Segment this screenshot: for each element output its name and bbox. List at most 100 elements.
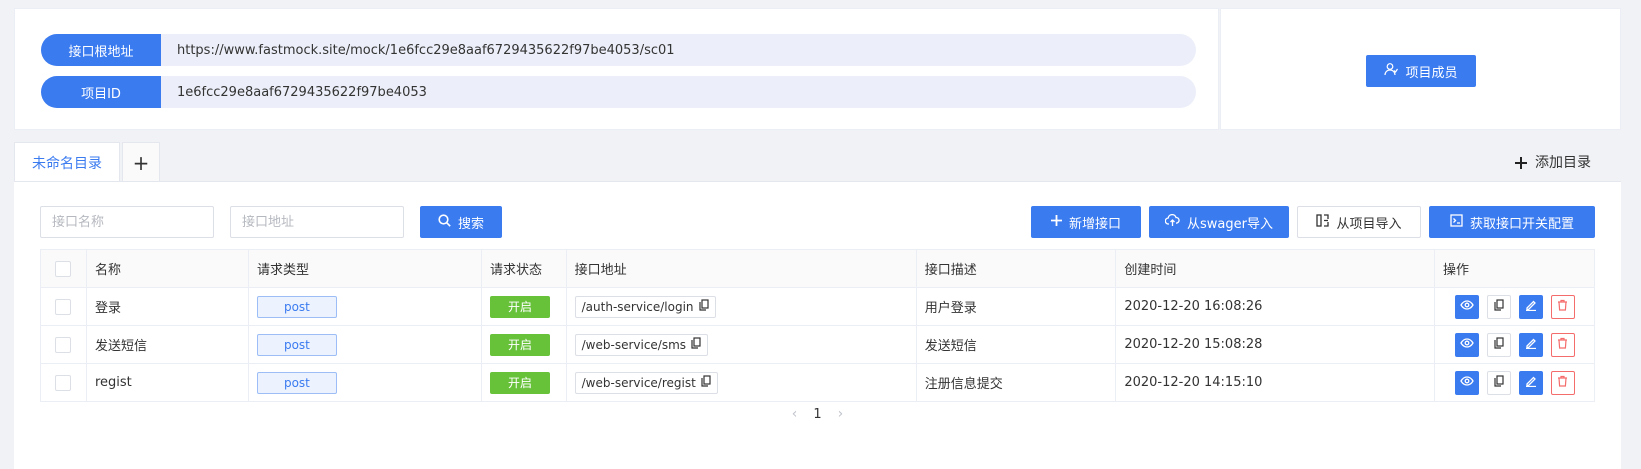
edit-icon <box>1525 375 1537 391</box>
view-button[interactable] <box>1454 332 1479 357</box>
row-ops-cell <box>1434 325 1595 364</box>
row-checkbox[interactable] <box>55 336 72 353</box>
project-members-button[interactable]: 项目成员 <box>1366 55 1476 87</box>
row-status-cell: 开启 <box>480 287 567 326</box>
api-list-card: 搜索 新增接口 从swager导入 从项目导入 获取接口开关配置 名称 <box>14 181 1621 469</box>
row-url-cell: /web-service/sms <box>565 325 917 364</box>
copy-icon <box>1493 298 1504 315</box>
tab-unnamed-directory[interactable]: 未命名目录 <box>14 142 120 182</box>
copy-icon <box>1493 336 1504 353</box>
pagination: ‹ 1 › <box>14 406 1621 422</box>
copy-button[interactable] <box>1486 332 1511 357</box>
project-id-row: 项目ID 1e6fcc29e8aaf6729435622f97be4053 <box>41 76 1196 108</box>
add-directory-button[interactable]: 添加目录 <box>1515 152 1591 172</box>
delete-button[interactable] <box>1550 332 1575 357</box>
copy-icon[interactable] <box>698 299 709 314</box>
row-checkbox[interactable] <box>55 374 72 391</box>
row-status-cell: 开启 <box>480 325 567 364</box>
copy-icon[interactable] <box>701 375 711 390</box>
table-row: 登录 post 开启 /auth-service/login 用户登录 2020… <box>40 287 1595 326</box>
project-id-value[interactable]: 1e6fcc29e8aaf6729435622f97be4053 <box>161 85 427 100</box>
prev-page-button[interactable]: ‹ <box>792 406 798 422</box>
edit-button[interactable] <box>1518 294 1543 319</box>
status-tag[interactable]: 开启 <box>489 371 550 394</box>
project-info-card: 接口根地址 https://www.fastmock.site/mock/1e6… <box>14 8 1219 130</box>
row-created: 2020-12-20 15:08:28 <box>1115 325 1436 364</box>
row-actions <box>1443 294 1586 319</box>
header-ops: 操作 <box>1434 249 1595 288</box>
row-name: 发送短信 <box>85 325 249 364</box>
base-url-label: 接口根地址 <box>41 34 161 66</box>
url-text: /web-service/regist <box>581 375 696 390</box>
members-button-label: 项目成员 <box>1405 65 1458 81</box>
search-button[interactable]: 搜索 <box>420 206 502 238</box>
project-import-button[interactable]: 从项目导入 <box>1297 206 1421 238</box>
header-created: 创建时间 <box>1115 249 1436 288</box>
delete-icon <box>1557 375 1568 391</box>
project-import-label: 从项目导入 <box>1336 216 1402 232</box>
api-switch-config-button[interactable]: 获取接口开关配置 <box>1429 206 1595 238</box>
row-actions <box>1443 332 1586 357</box>
add-tab-button[interactable]: + <box>122 142 160 182</box>
view-button[interactable] <box>1454 370 1479 395</box>
edit-button[interactable] <box>1518 370 1543 395</box>
add-directory-label: 添加目录 <box>1535 155 1591 171</box>
swagger-import-label: 从swager导入 <box>1187 216 1273 232</box>
edit-button[interactable] <box>1518 332 1543 357</box>
row-status-cell: 开启 <box>480 363 567 402</box>
row-checkbox[interactable] <box>55 298 72 315</box>
members-icon <box>1384 62 1399 80</box>
row-method-cell: post <box>247 287 482 326</box>
row-select-cell <box>40 363 87 402</box>
header-desc: 接口描述 <box>915 249 1117 288</box>
delete-button[interactable] <box>1550 294 1575 319</box>
terminal-icon <box>1450 213 1463 231</box>
view-button[interactable] <box>1454 294 1479 319</box>
row-name: 登录 <box>85 287 249 326</box>
delete-icon <box>1557 299 1568 315</box>
table-row: 发送短信 post 开启 /web-service/sms 发送短信 2020-… <box>40 325 1595 364</box>
copy-icon[interactable] <box>691 337 701 352</box>
plus-icon <box>1515 152 1527 172</box>
row-desc: 发送短信 <box>915 325 1117 364</box>
header-url: 接口地址 <box>565 249 917 288</box>
api-table: 名称 请求类型 请求状态 接口地址 接口描述 创建时间 操作 登录 post 开… <box>40 249 1595 402</box>
header-name: 名称 <box>85 249 249 288</box>
copy-button[interactable] <box>1486 294 1511 319</box>
row-desc: 注册信息提交 <box>915 363 1117 402</box>
new-api-button[interactable]: 新增接口 <box>1031 206 1141 238</box>
search-icon <box>438 213 451 231</box>
status-tag[interactable]: 开启 <box>489 333 550 356</box>
eye-icon <box>1459 375 1474 390</box>
select-all-cell <box>40 249 87 288</box>
delete-icon <box>1557 337 1568 353</box>
header-method: 请求类型 <box>247 249 482 288</box>
row-created: 2020-12-20 14:15:10 <box>1115 363 1436 402</box>
plus-icon <box>1050 214 1062 230</box>
project-id-label: 项目ID <box>41 76 161 108</box>
api-name-search-input[interactable] <box>40 206 214 238</box>
table-header-row: 名称 请求类型 请求状态 接口地址 接口描述 创建时间 操作 <box>40 249 1595 288</box>
project-side-card: 项目成员 <box>1220 8 1621 130</box>
table-row: regist post 开启 /web-service/regist 注册信息提… <box>40 363 1595 402</box>
base-url-value[interactable]: https://www.fastmock.site/mock/1e6fcc29e… <box>161 43 675 58</box>
row-name: regist <box>85 363 249 402</box>
url-text: /web-service/sms <box>581 337 687 352</box>
next-page-button[interactable]: › <box>838 406 844 422</box>
delete-button[interactable] <box>1550 370 1575 395</box>
copy-icon <box>1493 374 1504 391</box>
swagger-import-button[interactable]: 从swager导入 <box>1149 206 1289 238</box>
cloud-upload-icon <box>1164 213 1180 231</box>
row-method-cell: post <box>247 325 482 364</box>
directory-tabs: 未命名目录 + 添加目录 <box>14 142 1621 182</box>
row-select-cell <box>40 325 87 364</box>
row-method-cell: post <box>247 363 482 402</box>
api-url-search-input[interactable] <box>230 206 404 238</box>
url-text: /auth-service/login <box>581 299 694 314</box>
copy-button[interactable] <box>1486 370 1511 395</box>
status-tag[interactable]: 开启 <box>489 295 550 318</box>
new-api-label: 新增接口 <box>1068 216 1121 232</box>
page-number-1[interactable]: 1 <box>813 407 821 422</box>
search-button-label: 搜索 <box>457 216 484 232</box>
select-all-checkbox[interactable] <box>55 260 72 277</box>
